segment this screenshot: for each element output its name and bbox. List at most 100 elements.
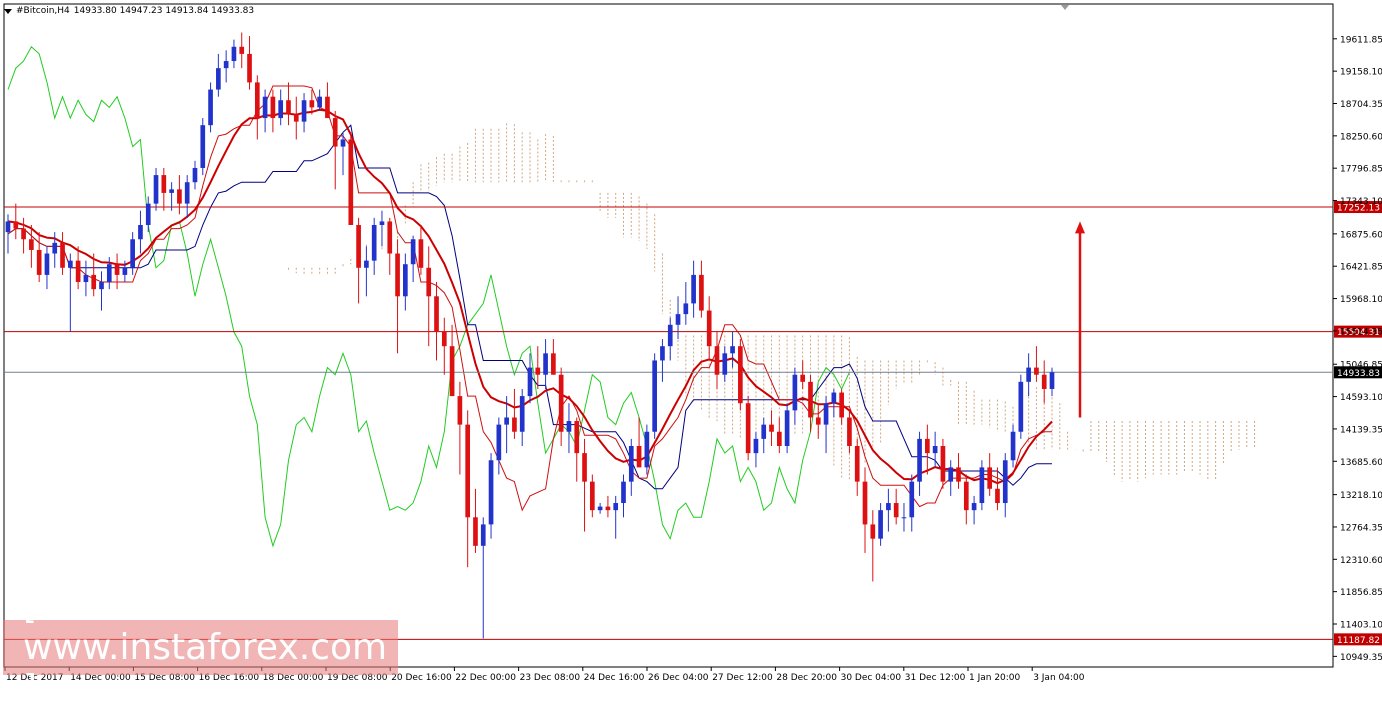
candle-body [823, 403, 829, 425]
candle-body [706, 310, 712, 347]
candle-body [1041, 374, 1047, 389]
candle-body [675, 314, 681, 325]
candle-body [301, 100, 307, 122]
candle-body [496, 424, 502, 461]
candle-body [925, 438, 930, 454]
dropdown-triangle-icon[interactable] [4, 8, 12, 14]
candle [940, 438, 946, 489]
candle-body [379, 221, 385, 225]
candle-body [418, 239, 424, 268]
y-tick-label: 18250.60 [1340, 132, 1382, 142]
y-tick-label: 17796.85 [1340, 165, 1382, 175]
candle-body [83, 274, 89, 283]
candle [979, 460, 985, 511]
candle-body [589, 481, 595, 511]
y-tick-label: 15514.35 [1340, 327, 1382, 337]
candle-body [371, 225, 377, 261]
candle [784, 403, 790, 454]
candle-body [138, 225, 143, 240]
candle-body [636, 446, 642, 468]
candle-body [761, 424, 767, 439]
candle-body [901, 517, 907, 519]
candle-body [441, 331, 447, 347]
candle-body [800, 374, 806, 382]
candle-body [1002, 460, 1008, 504]
x-tick-label: 31 Dec 12:00 [905, 673, 966, 683]
candle-body [940, 446, 946, 482]
candle-body [99, 282, 104, 290]
chart-header: #Bitcoin,H4 14933.80 14947.23 14913.84 1… [4, 6, 254, 16]
y-tick-label: 12764.35 [1340, 523, 1382, 533]
candle-body [309, 100, 315, 108]
y-tick-label: 15046.85 [1340, 361, 1382, 371]
candle-body [184, 182, 190, 204]
candle-body [769, 424, 774, 432]
candle-body [995, 488, 1000, 504]
candle-body [667, 324, 673, 347]
candle-body [574, 421, 580, 454]
candle-body [434, 296, 439, 332]
candle-body [1010, 431, 1016, 461]
candle-body [29, 239, 34, 250]
candle-body [597, 506, 603, 511]
candle-body [114, 264, 120, 275]
candle-body [21, 228, 26, 240]
candle-body [776, 431, 782, 446]
candle [1018, 374, 1024, 439]
y-tick-label: 16421.85 [1340, 263, 1382, 273]
candle-body [332, 118, 338, 147]
candle-body [558, 374, 564, 432]
y-tick-label: 11856.85 [1340, 588, 1382, 598]
y-tick-label: 18704.35 [1340, 100, 1382, 110]
candle-body [628, 446, 634, 482]
candle-body [886, 503, 891, 511]
candle-body [293, 114, 299, 122]
candle-body [254, 82, 260, 119]
candle-body [262, 96, 268, 119]
candle-body [60, 242, 65, 268]
candle-body [808, 381, 813, 418]
candle-body [839, 392, 844, 418]
candle-body [247, 53, 252, 83]
candle-body [847, 417, 852, 446]
x-tick-label: 28 Dec 20:00 [776, 673, 837, 683]
x-tick-label: 20 Dec 16:00 [391, 673, 452, 683]
candle-body [177, 189, 182, 204]
candle-body [956, 467, 961, 482]
level-label: 11187.82 [1337, 636, 1380, 646]
candle-body [480, 524, 486, 546]
candle-body [862, 481, 868, 525]
candle-body [987, 467, 993, 489]
candle-body [1026, 367, 1031, 382]
y-tick-label: 10949.35 [1340, 653, 1382, 663]
candle-body [613, 503, 619, 511]
candle [745, 396, 751, 461]
candle-body [621, 481, 626, 504]
candle-body [909, 481, 915, 518]
candle [652, 353, 657, 439]
x-tick-label: 27 Dec 12:00 [712, 673, 773, 683]
x-tick-label: 23 Dec 08:00 [520, 673, 581, 683]
y-tick-label: 19611.85 [1340, 35, 1382, 45]
candle-body [932, 446, 938, 454]
candle-body [722, 353, 728, 375]
candle-body [153, 175, 159, 204]
candle-body [457, 396, 463, 425]
x-tick-label: 30 Dec 04:00 [841, 673, 902, 683]
candle-body [52, 242, 58, 254]
x-tick-label: 26 Dec 04:00 [648, 673, 709, 683]
candle-body [963, 481, 969, 511]
candle-body [854, 446, 860, 482]
candle-body [5, 221, 11, 233]
candle-body [239, 46, 245, 54]
candle-body [792, 374, 798, 411]
x-tick-label: 1 Jan 20:00 [969, 673, 1021, 683]
candle-body [652, 360, 657, 432]
candle-body [488, 460, 494, 525]
candle-body [410, 239, 416, 265]
y-tick-label: 13218.10 [1340, 491, 1382, 501]
candle-body [106, 264, 112, 283]
candle-body [91, 274, 97, 290]
candle-body [395, 253, 400, 297]
candle-body [44, 253, 50, 275]
